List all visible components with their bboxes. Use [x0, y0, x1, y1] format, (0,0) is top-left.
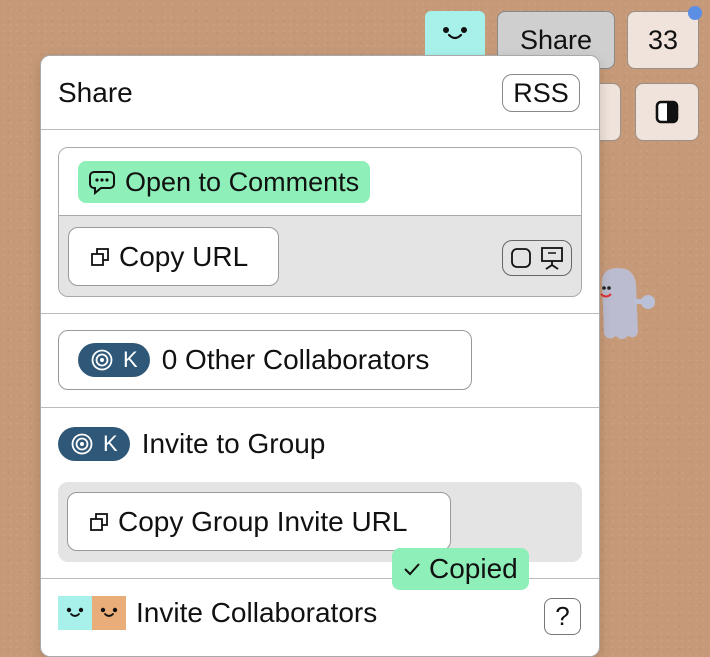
- smiley-face-icon: [100, 607, 118, 617]
- smiley-face-icon: [443, 27, 467, 40]
- collaborators-button[interactable]: K 0 Other Collaborators: [58, 330, 472, 390]
- contrast-icon: [655, 100, 679, 124]
- invite-to-group-row: K Invite to Group: [58, 427, 325, 461]
- target-icon: [71, 433, 93, 455]
- divider: [41, 129, 599, 130]
- notification-dot: [688, 6, 702, 20]
- identity-letter: K: [123, 347, 138, 372]
- help-button[interactable]: ?: [544, 598, 581, 635]
- panel-title: Share: [58, 77, 133, 108]
- presentation-icon[interactable]: [540, 246, 564, 270]
- invite-collaborators-label: Invite Collaborators: [136, 597, 378, 628]
- copied-label: Copied: [429, 553, 518, 584]
- ghost-character-icon: [600, 268, 655, 339]
- collaborator-count-button[interactable]: 33: [627, 11, 699, 69]
- view-mode-toggle[interactable]: [502, 240, 572, 276]
- identity-pill: K: [78, 343, 150, 377]
- avatar: [58, 596, 92, 630]
- square-icon[interactable]: [510, 247, 532, 269]
- access-row: Open to Comments: [59, 148, 581, 216]
- link-section: Open to Comments Copy URL: [58, 147, 582, 297]
- smiley-face-icon: [66, 607, 84, 617]
- copy-url-button[interactable]: Copy URL: [68, 227, 279, 286]
- collaborators-label: 0 Other Collaborators: [161, 344, 430, 375]
- rss-button[interactable]: RSS: [502, 74, 580, 112]
- user-avatar[interactable]: [425, 11, 485, 57]
- theme-toggle-button[interactable]: [635, 83, 699, 141]
- access-level-label: Open to Comments: [125, 166, 360, 197]
- copy-group-invite-url-button[interactable]: Copy Group Invite URL: [67, 492, 451, 551]
- identity-pill: K: [58, 427, 130, 461]
- divider: [41, 407, 599, 408]
- invite-to-group-label: Invite to Group: [141, 428, 326, 459]
- avatar-group: [58, 596, 126, 630]
- copied-toast: Copied: [392, 548, 529, 590]
- invite-collaborators-row: Invite Collaborators: [58, 596, 377, 630]
- access-level-button[interactable]: Open to Comments: [78, 161, 371, 203]
- copy-group-invite-url-label: Copy Group Invite URL: [118, 505, 408, 537]
- checkmark-icon: [404, 563, 420, 576]
- copy-icon: [91, 247, 109, 266]
- comment-bubble-icon: [89, 171, 115, 195]
- copy-url-label: Copy URL: [119, 240, 249, 272]
- copy-icon: [90, 512, 108, 531]
- target-icon: [91, 349, 113, 371]
- avatar: [92, 596, 126, 630]
- identity-letter: K: [103, 431, 118, 456]
- share-panel: Share RSS Open to Comments Copy URL K 0 …: [40, 55, 600, 657]
- divider: [41, 313, 599, 314]
